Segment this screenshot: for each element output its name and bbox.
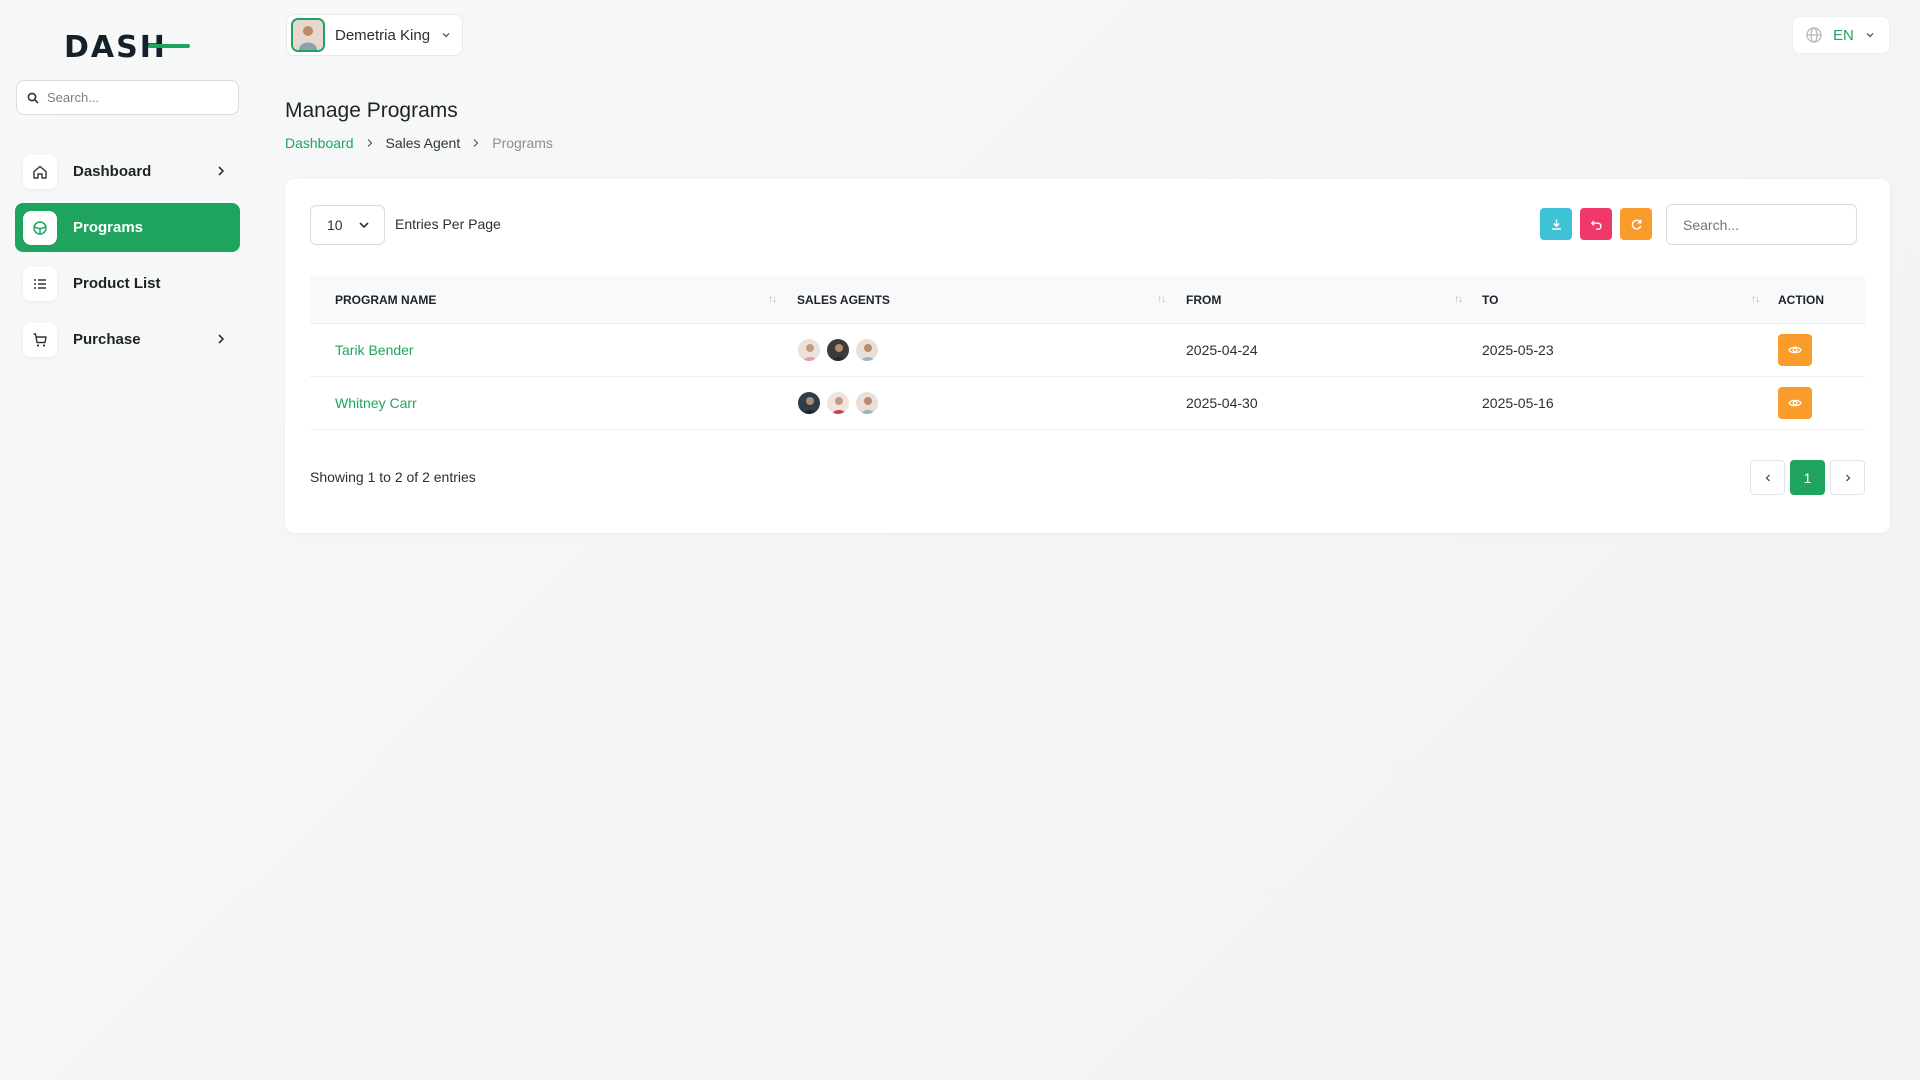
column-from[interactable]: From	[1186, 276, 1221, 324]
entries-per-page-select[interactable]: 10	[310, 205, 385, 245]
view-button[interactable]	[1778, 387, 1812, 419]
programs-table: Program Name ↑↓ Sales Agents ↑↓ From ↑↓ …	[310, 276, 1865, 430]
sidebar-search-input[interactable]	[47, 90, 217, 105]
sort-icon[interactable]: ↑↓	[1454, 294, 1463, 305]
view-button[interactable]	[1778, 334, 1812, 366]
action-cell	[1778, 377, 1812, 429]
cart-icon	[23, 322, 57, 357]
sidebar: DASH Dashboard Programs Pr	[0, 0, 255, 1080]
chevron-right-icon	[473, 139, 479, 147]
sales-agents-avatars	[797, 324, 879, 376]
table-search-input[interactable]	[1666, 204, 1857, 245]
avatar[interactable]	[855, 391, 879, 415]
avatar[interactable]	[826, 338, 850, 362]
sidebar-item-label: Purchase	[73, 331, 141, 348]
action-cell	[1778, 324, 1812, 376]
column-action: Action	[1778, 293, 1824, 307]
table-row: Tarik Bender 2025-04-24 2025-05-23	[310, 324, 1865, 377]
sidebar-item-product-list[interactable]: Product List	[15, 259, 240, 308]
reset-button[interactable]	[1580, 208, 1612, 240]
chevron-right-icon	[218, 166, 225, 176]
download-icon	[1551, 219, 1561, 230]
sort-icon[interactable]: ↑↓	[768, 294, 777, 305]
sort-icon[interactable]: ↑↓	[1157, 294, 1166, 305]
programs-card: 10 Entries Per Page Program Name ↑↓ Sale…	[285, 179, 1890, 533]
user-menu[interactable]: Demetria King	[286, 14, 463, 56]
programs-icon	[23, 210, 57, 245]
sidebar-nav: Dashboard Programs Product List Purchase	[15, 147, 240, 371]
sidebar-item-programs[interactable]: Programs	[15, 203, 240, 252]
breadcrumb: Dashboard Sales Agent Programs	[285, 135, 553, 151]
eye-icon	[1788, 346, 1802, 354]
chevron-down-icon	[1866, 33, 1874, 38]
chevron-right-icon	[1845, 474, 1850, 481]
sidebar-item-purchase[interactable]: Purchase	[15, 315, 240, 364]
avatar	[291, 18, 325, 52]
globe-icon	[1806, 27, 1822, 43]
program-name-link[interactable]: Tarik Bender	[335, 324, 414, 376]
user-name: Demetria King	[335, 26, 431, 44]
next-page-button[interactable]	[1830, 460, 1865, 495]
sidebar-item-label: Programs	[73, 219, 144, 236]
undo-icon	[1590, 220, 1602, 230]
home-icon	[23, 154, 57, 189]
chevron-right-icon	[367, 139, 372, 147]
page-title: Manage Programs	[285, 99, 458, 122]
table-row: Whitney Carr 2025-04-30 2025-05-16	[310, 377, 1865, 430]
table-header: Program Name ↑↓ Sales Agents ↑↓ From ↑↓ …	[310, 276, 1865, 324]
sidebar-item-label: Product List	[73, 275, 161, 292]
language-code: EN	[1833, 26, 1854, 44]
search-icon	[27, 92, 39, 104]
eye-icon	[1788, 399, 1802, 407]
to-date: 2025-05-23	[1482, 342, 1554, 358]
avatar[interactable]	[797, 391, 821, 415]
sidebar-item-dashboard[interactable]: Dashboard	[15, 147, 240, 196]
program-name-link[interactable]: Whitney Carr	[335, 377, 417, 429]
chevron-down-icon	[442, 33, 450, 38]
from-date: 2025-04-24	[1186, 342, 1258, 358]
list-icon	[23, 266, 57, 301]
avatar[interactable]	[855, 338, 879, 362]
from-date: 2025-04-30	[1186, 395, 1258, 411]
sidebar-item-label: Dashboard	[73, 163, 152, 180]
column-program-name[interactable]: Program Name	[335, 276, 436, 324]
showing-entries-text: Showing 1 to 2 of 2 entries	[310, 469, 476, 485]
sales-agents-avatars	[797, 377, 879, 429]
avatar[interactable]	[826, 391, 850, 415]
refresh-button[interactable]	[1620, 208, 1652, 240]
column-to[interactable]: To	[1482, 276, 1498, 324]
entries-value: 10	[327, 217, 343, 233]
chevron-left-icon	[1765, 474, 1770, 481]
to-date: 2025-05-16	[1482, 395, 1554, 411]
chevron-down-icon	[359, 222, 369, 229]
page-button[interactable]: 1	[1790, 460, 1825, 495]
chevron-right-icon	[218, 334, 225, 344]
download-button[interactable]	[1540, 208, 1572, 240]
refresh-icon	[1631, 219, 1641, 230]
breadcrumb-sales-agent[interactable]: Sales Agent	[386, 135, 461, 151]
app-logo[interactable]: DASH	[64, 30, 190, 62]
breadcrumb-dashboard[interactable]: Dashboard	[285, 135, 354, 151]
column-sales-agents[interactable]: Sales Agents	[797, 276, 890, 324]
breadcrumb-programs: Programs	[492, 135, 553, 151]
language-selector[interactable]: EN	[1792, 16, 1890, 54]
entries-per-page-label: Entries Per Page	[395, 216, 501, 232]
pagination: 1	[1750, 460, 1865, 495]
avatar[interactable]	[797, 338, 821, 362]
prev-page-button[interactable]	[1750, 460, 1785, 495]
sort-icon[interactable]: ↑↓	[1751, 294, 1760, 305]
dash-logo-icon: DASH	[64, 31, 190, 61]
sidebar-search[interactable]	[16, 80, 239, 115]
